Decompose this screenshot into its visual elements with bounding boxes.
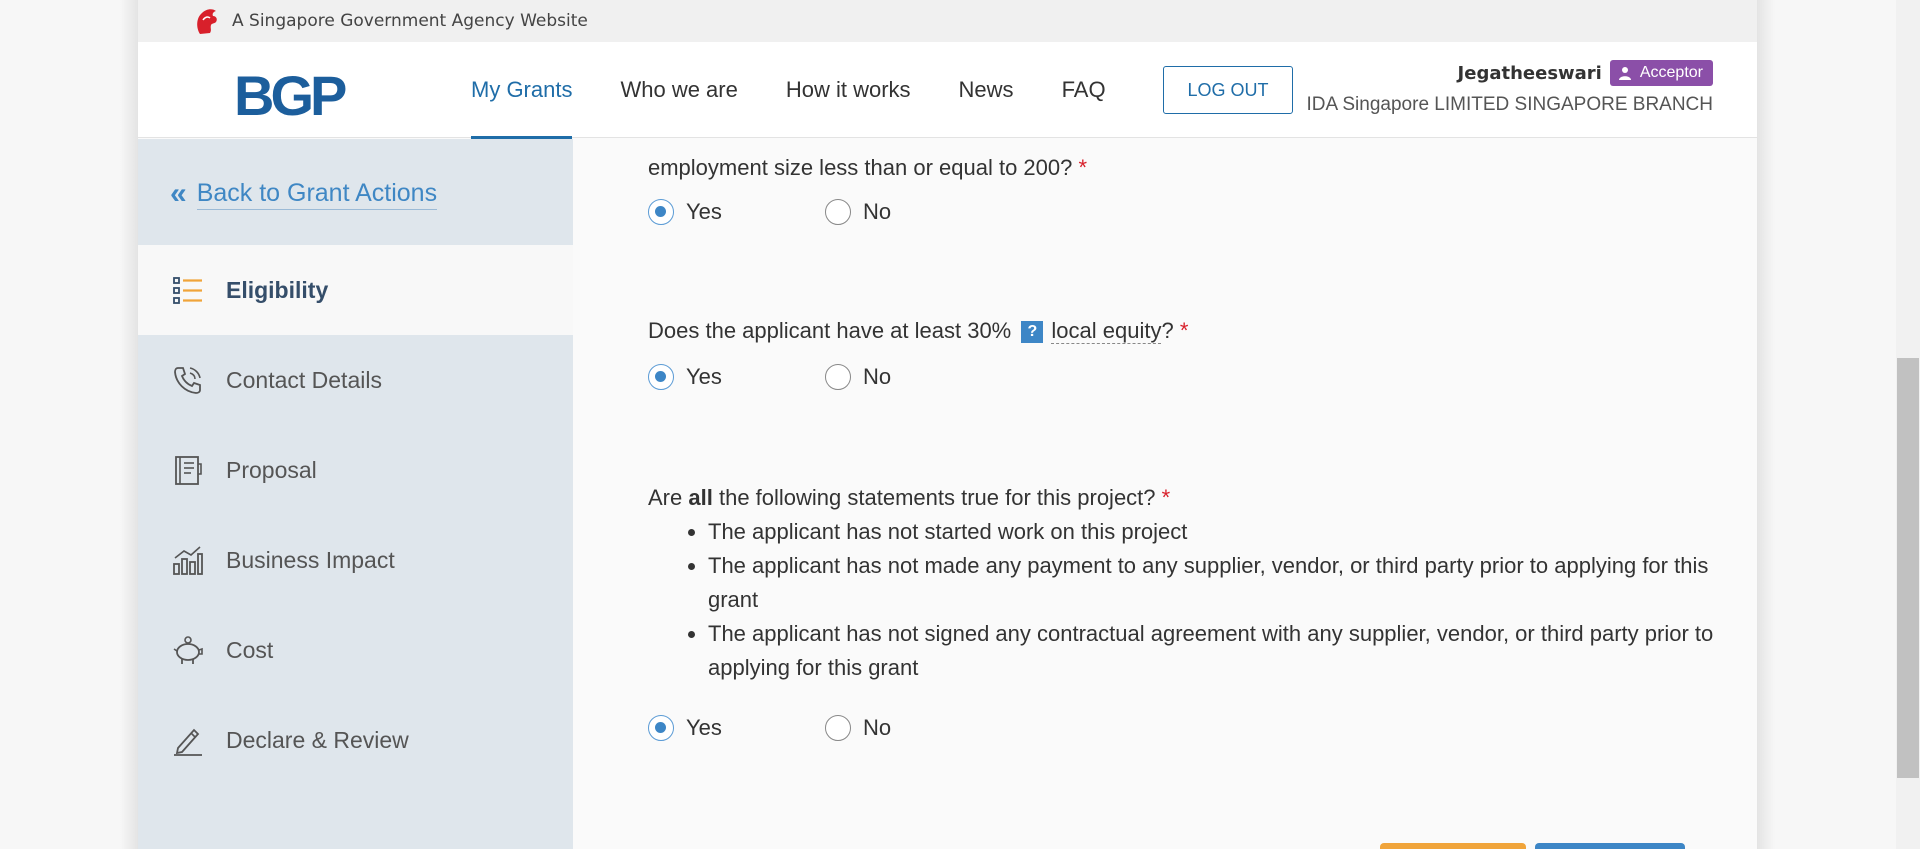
- sidebar-item-declare-review[interactable]: Declare & Review: [138, 695, 573, 785]
- nav-my-grants[interactable]: My Grants: [471, 42, 573, 139]
- user-name: Jegatheeswari: [1457, 62, 1602, 84]
- question-emphasis: all: [688, 485, 713, 510]
- sidebar-item-label: Eligibility: [226, 276, 329, 303]
- role-label: Acceptor: [1639, 64, 1703, 81]
- radio-no[interactable]: No: [825, 364, 1002, 390]
- sidebar-item-proposal[interactable]: Proposal: [138, 425, 573, 515]
- lion-head-icon: [197, 9, 217, 34]
- user-info: Jegatheeswari Acceptor IDA Singapore LIM…: [1306, 60, 1713, 116]
- double-chevron-left-icon: «: [170, 177, 187, 210]
- scrollbar-thumb[interactable]: [1897, 358, 1919, 778]
- bar-chart-icon: [173, 546, 203, 575]
- radio-no-label: No: [863, 199, 892, 224]
- sidebar-item-label: Contact Details: [226, 366, 382, 393]
- phone-icon: [174, 367, 201, 394]
- radio-no[interactable]: No: [825, 199, 1002, 225]
- main-nav: My Grants Who we are How it works News F…: [471, 42, 1154, 139]
- radio-yes[interactable]: Yes: [648, 715, 825, 741]
- help-icon[interactable]: ?: [1021, 321, 1044, 343]
- sidebar-item-label: Business Impact: [226, 546, 395, 573]
- question-statements: Are all the following statements true fo…: [648, 481, 1718, 741]
- radio-circle-checked[interactable]: [648, 715, 674, 741]
- back-link-label: Back to Grant Actions: [196, 179, 438, 210]
- sidebar-item-eligibility[interactable]: Eligibility: [138, 245, 573, 335]
- radio-no-label: No: [863, 715, 892, 740]
- required-marker: *: [1179, 318, 1189, 343]
- question-local-equity: Does the applicant have at least 30% ? lo…: [648, 314, 1188, 390]
- document-icon: [175, 456, 202, 485]
- sidebar-item-label: Declare & Review: [226, 726, 409, 753]
- gov-banner-text: A Singapore Government Agency Website: [232, 11, 588, 31]
- sidebar: « Back to Grant Actions Eligibility Cont…: [138, 139, 573, 849]
- list-icon: [173, 277, 202, 304]
- site-header: BGP My Grants Who we are How it works Ne…: [138, 42, 1757, 139]
- back-to-grant-actions-link[interactable]: « Back to Grant Actions: [170, 177, 438, 211]
- nav-faq[interactable]: FAQ: [1062, 42, 1106, 138]
- radio-yes-label: Yes: [686, 199, 722, 224]
- pen-icon: [174, 728, 202, 756]
- nav-who-we-are[interactable]: Who we are: [620, 42, 737, 138]
- list-item: The applicant has not started work on th…: [708, 515, 1718, 549]
- sidebar-item-contact-details[interactable]: Contact Details: [138, 335, 573, 425]
- required-marker: *: [1078, 155, 1088, 180]
- nav-news[interactable]: News: [959, 42, 1014, 138]
- radio-yes-label: Yes: [686, 364, 722, 389]
- gov-banner: A Singapore Government Agency Website: [138, 0, 1757, 42]
- radio-yes[interactable]: Yes: [648, 364, 825, 390]
- question-text: employment size less than or equal to 20…: [648, 155, 1073, 180]
- question-employment-size: employment size less than or equal to 20…: [648, 151, 1087, 225]
- list-item: The applicant has not made any payment t…: [708, 549, 1718, 617]
- person-icon: [1618, 67, 1631, 80]
- radio-no-label: No: [863, 364, 892, 389]
- org-name: IDA Singapore LIMITED SINGAPORE BRANCH: [1306, 94, 1713, 115]
- radio-circle-checked[interactable]: [648, 199, 674, 225]
- bgp-logo[interactable]: BGP: [234, 68, 347, 124]
- radio-no[interactable]: No: [825, 715, 1002, 741]
- page-frame: A Singapore Government Agency Website BG…: [138, 0, 1757, 849]
- primary-action-button[interactable]: [1535, 843, 1685, 849]
- radio-yes-label: Yes: [686, 715, 722, 740]
- radio-circle[interactable]: [825, 199, 851, 225]
- sidebar-item-business-impact[interactable]: Business Impact: [138, 515, 573, 605]
- sidebar-item-label: Proposal: [226, 456, 317, 483]
- radio-circle[interactable]: [825, 715, 851, 741]
- secondary-action-button[interactable]: [1380, 843, 1526, 849]
- question-text: the following statements true for this p…: [718, 485, 1156, 510]
- question-mark: ?: [1161, 318, 1174, 343]
- required-marker: *: [1161, 485, 1171, 510]
- radio-group: Yes No: [648, 364, 1188, 390]
- statement-list: The applicant has not started work on th…: [708, 515, 1718, 685]
- question-text-start: Are: [648, 485, 683, 510]
- radio-circle[interactable]: [825, 364, 851, 390]
- radio-yes[interactable]: Yes: [648, 199, 825, 225]
- list-item: The applicant has not signed any contrac…: [708, 617, 1718, 685]
- question-text: Does the applicant have at least 30%: [648, 318, 1012, 343]
- radio-group: Yes No: [648, 715, 1718, 741]
- radio-group: Yes No: [648, 199, 1087, 225]
- role-badge: Acceptor: [1609, 60, 1713, 86]
- nav-how-it-works[interactable]: How it works: [786, 42, 911, 138]
- radio-circle-checked[interactable]: [648, 364, 674, 390]
- sidebar-item-cost[interactable]: Cost: [138, 605, 573, 695]
- sidebar-item-label: Cost: [226, 636, 274, 663]
- logout-button[interactable]: LOG OUT: [1163, 66, 1293, 114]
- piggy-bank-icon: [173, 636, 203, 664]
- local-equity-term[interactable]: local equity: [1051, 318, 1162, 344]
